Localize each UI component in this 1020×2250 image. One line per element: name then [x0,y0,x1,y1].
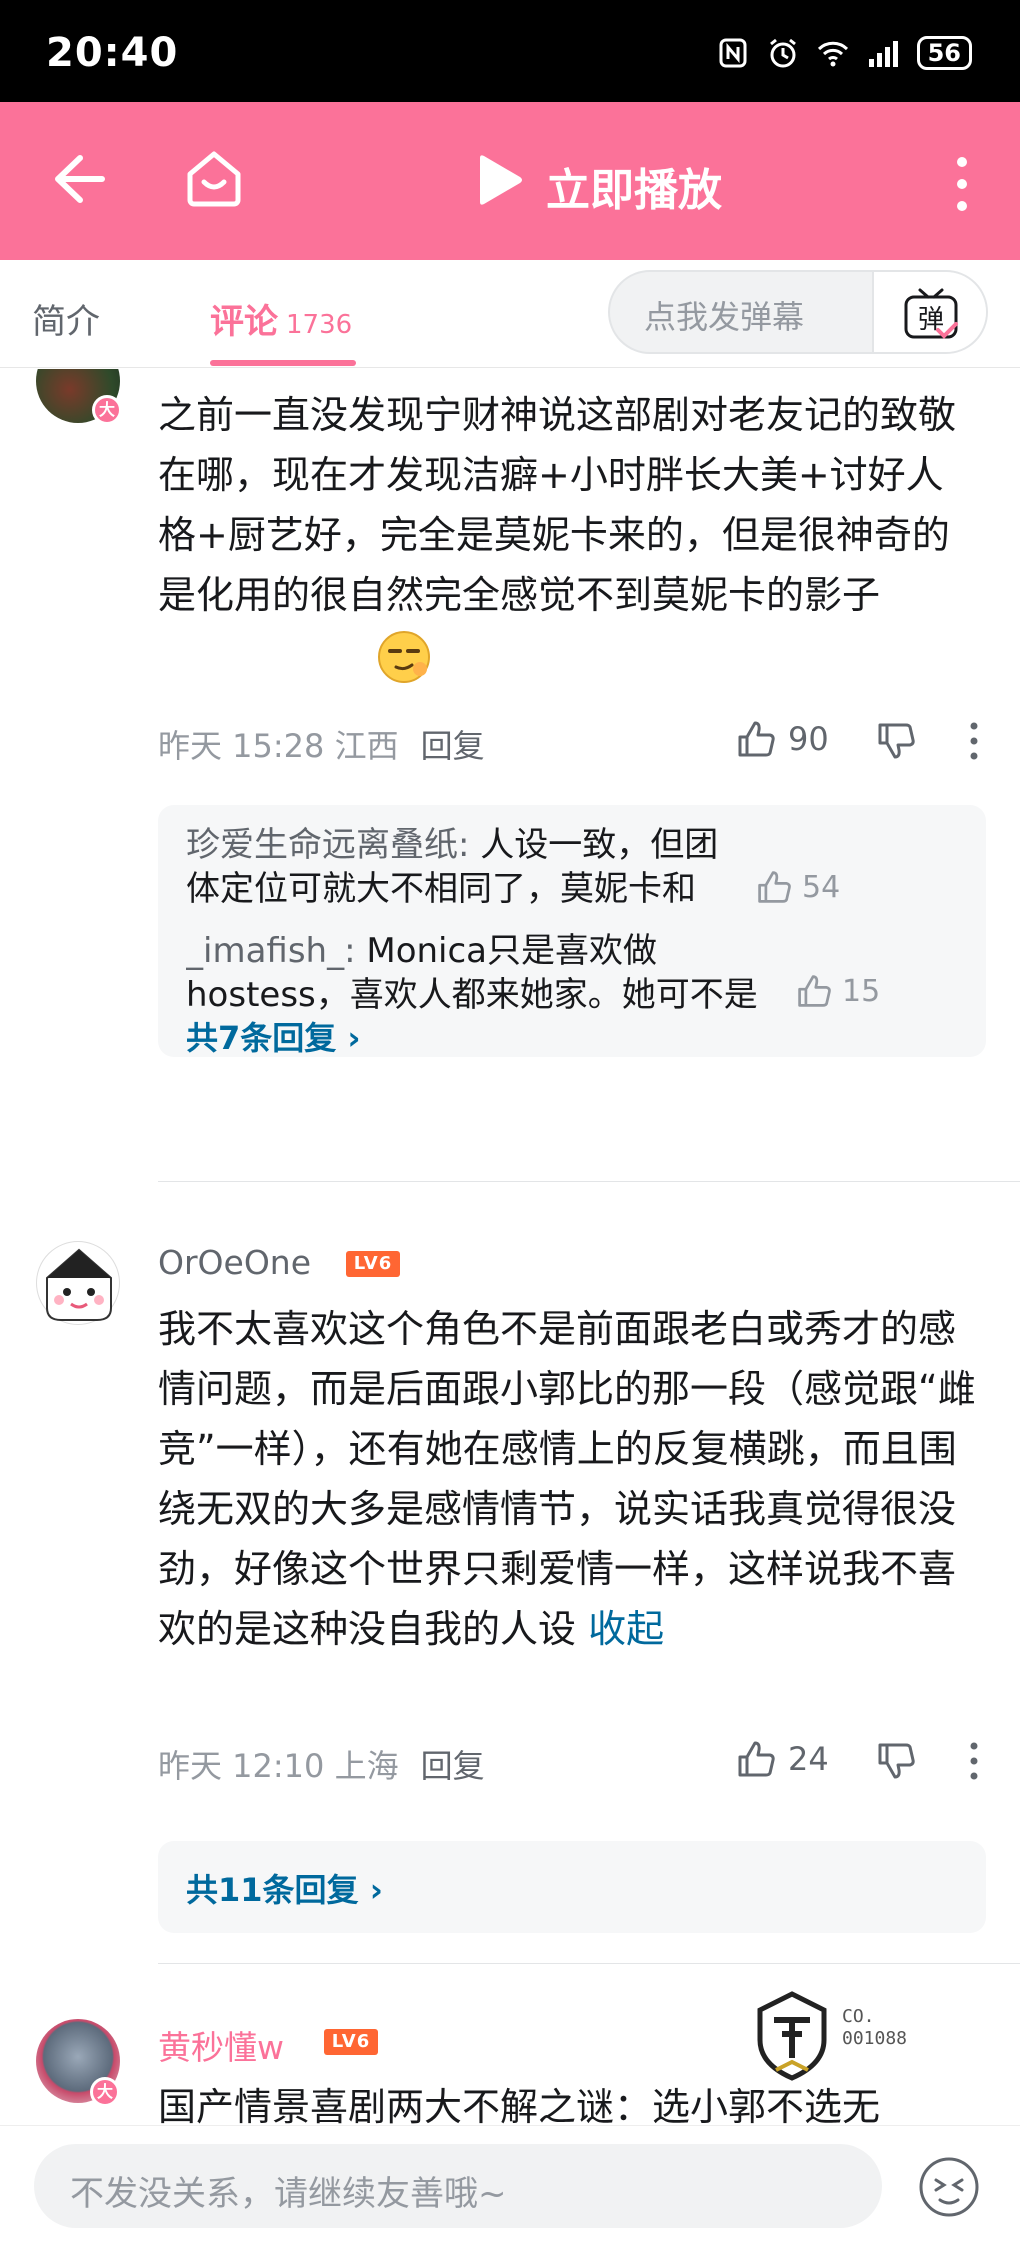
wifi-icon [817,41,848,67]
comment-input-placeholder: 不发没关系，请继续友善哦~ [70,2174,507,2214]
comment-time-location: 昨天 12:10 上海 [158,1747,399,1785]
reply-user[interactable]: 珍爱生命远离叠纸 [186,825,458,865]
comment-meta: 昨天 12:10 上海 回复 [158,1741,485,1787]
view-all-replies-link[interactable]: 共11条回复 › [186,1865,383,1911]
comment-input[interactable]: 不发没关系，请继续友善哦~ [34,2144,882,2228]
watermark-line1: CO. [842,2006,875,2027]
comment-more-icon[interactable] [968,1741,980,1781]
thumbs-up-icon [738,1741,775,1777]
reply-line: _imafish_: Monica只是喜欢做hostess，喜欢人都来她家。她可… [186,929,786,1017]
more-replies-label: 共11条回复 [186,1871,359,1909]
home-icon[interactable] [184,148,244,208]
top-bar: 立即播放 [0,102,1020,260]
avatar-badge: 大 [92,395,122,425]
tab-comments-label: 评论 [210,302,278,342]
comment-time-location: 昨天 15:28 江西 [158,727,399,765]
reply-preview-box[interactable]: 共11条回复 › [158,1841,986,1933]
like-button[interactable]: 90 [736,719,829,759]
chevron-right-icon: › [347,1019,361,1057]
emoji-icon[interactable] [918,2156,980,2218]
comment-divider [158,1181,1020,1182]
danmaku-toggle-button[interactable]: 弹 [872,272,986,352]
battery-indicator: 56 [916,36,972,70]
reply-button[interactable]: 回复 [421,1747,485,1785]
view-all-replies-link[interactable]: 共7条回复 › [186,1013,361,1059]
tab-intro[interactable]: 简介 [32,294,100,343]
comment-username[interactable]: 黄秒懂w [158,2021,284,2069]
nfc-icon [719,38,747,68]
comment-text: 之前一直没发现宁财神说这部剧对老友记的致敬在哪，现在才发现洁癖+小时胖长大美+讨… [158,393,957,617]
tab-bar: 简介 评论 1736 点我发弹幕 弹 [0,260,1020,368]
reply-like-count: 15 [842,973,881,1009]
active-tab-indicator [210,360,356,366]
level-badge: LV6 [346,1251,400,1277]
avatar[interactable] [36,1241,120,1325]
comment-text: 国产情景喜剧两大不解之谜：选小郭不选无 [158,2085,881,2125]
chevron-right-icon: › [369,1871,383,1909]
smirk-emoji-icon [376,629,432,685]
comment-username[interactable]: OrOeOne [158,1243,311,1282]
danmaku-placeholder: 点我发弹幕 [644,298,805,336]
back-arrow-icon[interactable] [52,152,106,206]
status-time: 20:40 [46,30,179,76]
shield-logo-icon [757,1991,827,2081]
comment-more-icon[interactable] [968,721,980,761]
reply-like-count: 54 [802,869,841,905]
thumbs-down-icon[interactable] [876,721,916,761]
danmaku-tv-icon: 弹 [904,288,958,339]
like-count: 24 [788,1740,829,1778]
like-count: 90 [788,720,829,758]
avatar[interactable]: 大 [36,369,122,425]
danmaku-input[interactable]: 点我发弹幕 弹 [608,270,988,354]
level-badge: LV6 [324,2029,378,2055]
thumbs-up-icon [798,975,831,1007]
like-button[interactable]: 24 [736,1739,829,1779]
cat-avatar-icon [46,1248,112,1321]
thumbs-down-icon[interactable] [876,1741,916,1781]
collapse-link[interactable]: 收起 [588,1607,664,1651]
bottom-bar: 不发没关系，请继续友善哦~ [0,2125,1020,2250]
more-vertical-icon[interactable] [952,154,972,214]
signal-icon [868,41,898,67]
reply-like[interactable]: 54 [756,869,840,905]
comment-feed[interactable]: 大 之前一直没发现宁财神说这部剧对老友记的致敬在哪，现在才发现洁癖+小时胖长大美… [0,369,1020,2125]
comment-meta: 昨天 15:28 江西 回复 [158,721,485,767]
reply-line: 珍爱生命远离叠纸: 人设一致，但团体定位可就大不相同了，莫妮卡和ross... [186,823,746,911]
reply-preview-box[interactable]: 珍爱生命远离叠纸: 人设一致，但团体定位可就大不相同了，莫妮卡和ross... … [158,805,986,1057]
reply-user[interactable]: _imafish_ [186,931,344,971]
more-replies-label: 共7条回复 [186,1019,337,1057]
status-icons: 56 [717,36,972,70]
play-now-button[interactable]: 立即播放 [546,154,722,218]
avatar[interactable]: 大 [36,2019,120,2107]
reply-button[interactable]: 回复 [421,727,485,765]
reply-like[interactable]: 15 [796,973,880,1009]
avatar-badge: 大 [90,2077,120,2107]
comment-divider [158,1963,1020,1964]
thumbs-up-icon [738,721,775,757]
comment-body: 我不太喜欢这个角色不是前面跟老白或秀才的感情问题，而是后面跟小郭比的那一段（感觉… [158,1307,976,1651]
tab-comments[interactable]: 评论 1736 [210,294,352,343]
alarm-icon [769,38,796,68]
status-bar: 20:40 56 [0,0,1020,102]
comment-count: 1736 [286,310,353,340]
comment-text: 我不太喜欢这个角色不是前面跟老白或秀才的感情问题，而是后面跟小郭比的那一段（感觉… [158,1299,978,1659]
watermark-logo: CO. 001088 [752,1990,928,2084]
thumbs-up-icon [758,871,791,903]
play-icon[interactable] [470,152,526,208]
watermark-line2: 001088 [842,2028,908,2049]
